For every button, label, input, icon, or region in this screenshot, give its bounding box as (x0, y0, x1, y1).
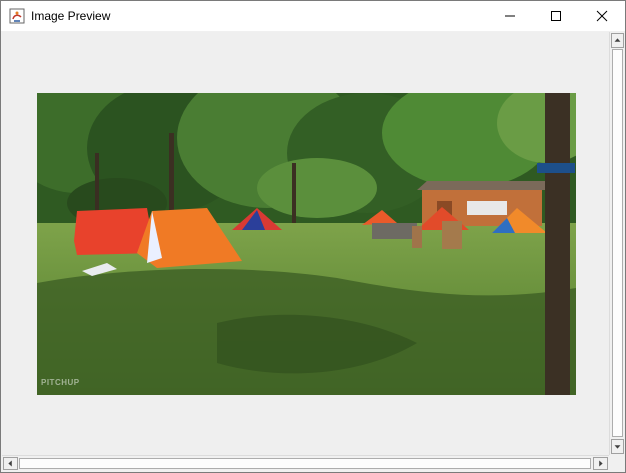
maximize-icon (551, 11, 561, 21)
title-bar[interactable]: Image Preview (1, 1, 625, 31)
scroll-down-button[interactable] (611, 439, 624, 454)
image-preview-window: Image Preview PITCHUP (0, 0, 626, 473)
right-arrow-icon (599, 460, 603, 467)
up-arrow-icon (614, 38, 621, 42)
left-arrow-icon (8, 460, 12, 467)
maximize-button[interactable] (533, 1, 579, 31)
close-icon (596, 10, 608, 22)
minimize-button[interactable] (487, 1, 533, 31)
horizontal-scroll-thumb[interactable] (19, 458, 591, 469)
vertical-scrollbar[interactable] (609, 32, 625, 455)
window-title: Image Preview (31, 9, 111, 23)
horizontal-scrollbar[interactable] (2, 455, 609, 471)
scroll-left-button[interactable] (3, 457, 18, 470)
vertical-scroll-thumb[interactable] (612, 49, 623, 437)
scrollbar-corner (609, 455, 624, 470)
preview-image: PITCHUP (7, 68, 597, 395)
minimize-icon (505, 15, 515, 17)
close-button[interactable] (579, 1, 625, 31)
scroll-up-button[interactable] (611, 33, 624, 48)
java-app-icon (9, 8, 25, 24)
image-viewport: PITCHUP (2, 32, 609, 455)
scroll-right-button[interactable] (593, 457, 608, 470)
image-watermark: PITCHUP (41, 378, 80, 387)
down-arrow-icon (614, 445, 621, 449)
